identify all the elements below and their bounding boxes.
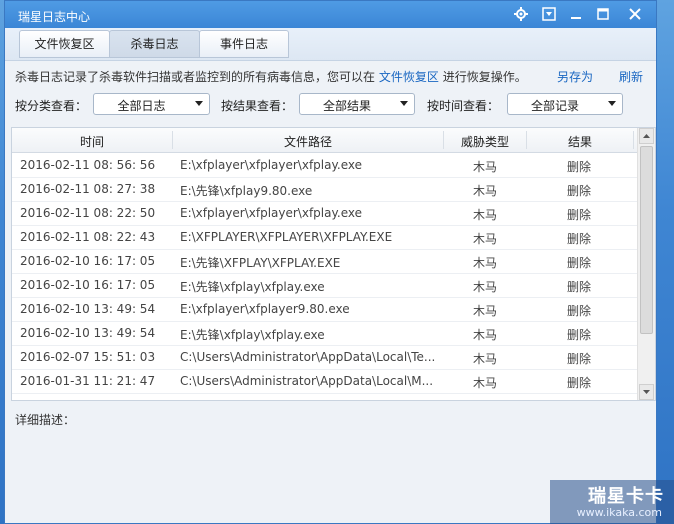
table-row[interactable]: 2016-02-11 08: 22: 43 E:\XFPLAYER\XFPLAYE… <box>12 225 639 250</box>
log-center-window: 瑞星日志中心 文件恢复区 杀毒日志 事件日志 杀毒日志记录了杀毒软件扫描或者监控… <box>4 0 657 524</box>
cell-time: 2016-01-31 11: 21: 47 <box>20 374 156 388</box>
cell-result: 删除 <box>566 256 591 270</box>
column-header-time[interactable]: 时间 <box>12 133 172 150</box>
table-row[interactable]: 2016-02-11 08: 56: 56 E:\xfplayer\xfplaye… <box>12 153 639 178</box>
cell-result: 删除 <box>566 232 591 246</box>
cell-result: 删除 <box>566 280 591 294</box>
watermark-url: www.ikaka.com <box>576 506 662 519</box>
menu-icon[interactable] <box>538 4 560 24</box>
cell-time: 2016-02-11 08: 27: 38 <box>20 182 156 196</box>
cell-threat: 木马 <box>472 208 497 222</box>
scroll-up-button[interactable] <box>639 128 654 144</box>
cell-path: E:\先锋\XFPLAY\XFPLAY.EXE <box>180 256 341 270</box>
cell-result: 删除 <box>566 376 591 390</box>
time-filter-select[interactable]: 全部记录 <box>507 93 623 115</box>
detail-description-label: 详细描述： <box>15 413 76 427</box>
cell-time: 2016-02-10 13: 49: 54 <box>20 326 156 340</box>
cell-time: 2016-02-07 15: 51: 03 <box>20 350 156 364</box>
cell-path: E:\XFPLAYER\XFPLAYER\XFPLAY.EXE <box>180 230 393 244</box>
cell-path: E:\先锋\xfplay\xfplay.exe <box>180 328 325 342</box>
table-row[interactable]: 2016-02-10 16: 17: 05 E:\先锋\xfplay\xfplay… <box>12 273 639 298</box>
table-row[interactable]: 2016-02-10 16: 17: 05 E:\先锋\XFPLAY\XFPLAY… <box>12 249 639 274</box>
cell-time: 2016-02-11 08: 56: 56 <box>20 158 156 172</box>
time-filter-value: 全部记录 <box>530 99 579 113</box>
watermark-logo: 瑞星卡卡 www.ikaka.com <box>550 480 674 524</box>
table-row[interactable]: 2016-02-10 13: 49: 54 E:\先锋\xfplay\xfplay… <box>12 321 639 346</box>
column-header-result[interactable]: 结果 <box>527 133 633 150</box>
info-text: 杀毒日志记录了杀毒软件扫描或者监控到的所有病毒信息，您可以在 文件恢复区 进行恢… <box>15 68 527 85</box>
save-as-link[interactable]: 另存为 <box>557 68 593 85</box>
column-divider[interactable] <box>633 131 634 149</box>
cell-threat: 木马 <box>472 232 497 246</box>
table-row[interactable]: 2016-02-07 15: 51: 03 C:\Users\Administra… <box>12 345 639 370</box>
cell-path: E:\xfplayer\xfplayer9.80.exe <box>180 302 350 316</box>
title-bar[interactable]: 瑞星日志中心 <box>5 1 656 28</box>
cell-result: 删除 <box>566 184 591 198</box>
cell-time: 2016-02-10 16: 17: 05 <box>20 254 156 268</box>
chevron-down-icon <box>608 101 616 106</box>
cell-path: C:\Users\Administrator\AppData\Local\Te.… <box>180 350 436 364</box>
result-filter-select[interactable]: 全部结果 <box>299 93 415 115</box>
result-filter-label: 按结果查看： <box>221 99 294 113</box>
log-table: 时间 文件路径 威胁类型 结果 2016-02-11 08: 56: 56 E:\… <box>11 127 656 401</box>
cell-time: 2016-02-10 16: 17: 05 <box>20 278 156 292</box>
cell-path: E:\先锋\xfplay\xfplay.exe <box>180 280 325 294</box>
tab-file-recovery[interactable]: 文件恢复区 <box>19 30 110 58</box>
cell-time: 2016-02-11 08: 22: 43 <box>20 230 156 244</box>
vertical-scrollbar[interactable] <box>637 128 655 400</box>
cell-result: 删除 <box>566 328 591 342</box>
close-icon[interactable] <box>624 4 646 24</box>
cell-result: 删除 <box>566 208 591 222</box>
scroll-down-button[interactable] <box>639 384 654 400</box>
minimize-icon[interactable] <box>565 4 587 24</box>
cell-result: 删除 <box>566 352 591 366</box>
cell-threat: 木马 <box>472 160 497 174</box>
cell-threat: 木马 <box>472 256 497 270</box>
chevron-down-icon <box>400 101 408 106</box>
info-text-before: 杀毒日志记录了杀毒软件扫描或者监控到的所有病毒信息，您可以在 <box>15 70 376 84</box>
table-row[interactable]: 2016-01-31 11: 21: 47 C:\Users\Administra… <box>12 369 639 394</box>
cell-threat: 木马 <box>472 328 497 342</box>
cell-path: E:\先锋\xfplay9.80.exe <box>180 184 313 198</box>
cell-result: 删除 <box>566 160 591 174</box>
file-recovery-link[interactable]: 文件恢复区 <box>379 70 439 84</box>
table-row[interactable]: 2016-02-11 08: 27: 38 E:\先锋\xfplay9.80.ex… <box>12 177 639 202</box>
info-text-after: 进行恢复操作。 <box>442 70 527 84</box>
cell-threat: 木马 <box>472 304 497 318</box>
cell-threat: 木马 <box>472 280 497 294</box>
cell-path: E:\xfplayer\xfplayer\xfplay.exe <box>180 206 362 220</box>
time-filter-label: 按时间查看： <box>427 99 500 113</box>
column-header-path[interactable]: 文件路径 <box>173 133 443 150</box>
category-filter-label: 按分类查看： <box>15 99 88 113</box>
cell-path: E:\xfplayer\xfplayer\xfplay.exe <box>180 158 362 172</box>
table-row[interactable]: 2016-02-11 08: 22: 50 E:\xfplayer\xfplaye… <box>12 201 639 226</box>
table-header: 时间 文件路径 威胁类型 结果 <box>12 128 639 153</box>
cell-time: 2016-02-11 08: 22: 50 <box>20 206 156 220</box>
category-filter-value: 全部日志 <box>117 99 166 113</box>
refresh-link[interactable]: 刷新 <box>619 68 643 85</box>
scroll-thumb[interactable] <box>640 146 653 334</box>
maximize-icon[interactable] <box>592 4 614 24</box>
tab-antivirus-log[interactable]: 杀毒日志 <box>109 30 200 58</box>
cell-threat: 木马 <box>472 184 497 198</box>
cell-result: 删除 <box>566 304 591 318</box>
settings-icon[interactable] <box>510 4 532 24</box>
result-filter-value: 全部结果 <box>322 99 371 113</box>
cell-threat: 木马 <box>472 376 497 390</box>
tab-bar: 文件恢复区 杀毒日志 事件日志 <box>5 28 656 61</box>
window-title: 瑞星日志中心 <box>18 10 91 24</box>
cell-path: C:\Users\Administrator\AppData\Local\M..… <box>180 374 434 388</box>
tab-event-log[interactable]: 事件日志 <box>199 30 289 58</box>
table-row[interactable]: 2016-02-10 13: 49: 54 E:\xfplayer\xfplaye… <box>12 297 639 322</box>
cell-threat: 木马 <box>472 352 497 366</box>
column-header-threat[interactable]: 威胁类型 <box>444 133 526 150</box>
chevron-down-icon <box>195 101 203 106</box>
category-filter-select[interactable]: 全部日志 <box>93 93 210 115</box>
cell-time: 2016-02-10 13: 49: 54 <box>20 302 156 316</box>
watermark-text: 瑞星卡卡 <box>588 486 664 507</box>
